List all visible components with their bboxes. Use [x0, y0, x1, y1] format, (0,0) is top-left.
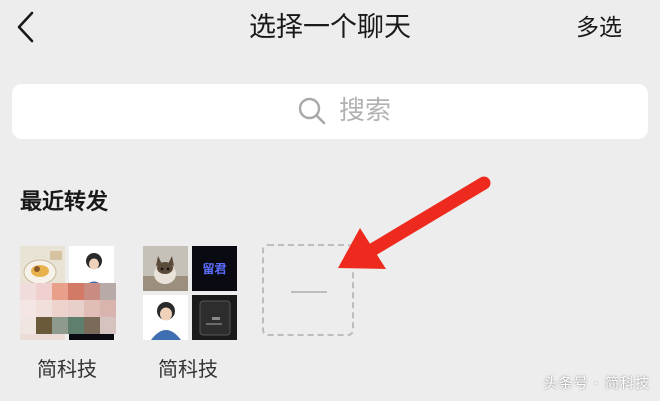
- pixelation-mosaic: [20, 283, 116, 334]
- search-placeholder: 搜索: [339, 96, 392, 126]
- recent-chat-avatar[interactable]: 留君: [143, 246, 237, 340]
- recent-chat-name: 简科技: [158, 357, 218, 381]
- neon-text: 留君: [202, 261, 226, 276]
- search-bar[interactable]: 搜索: [12, 84, 648, 139]
- page-title: 选择一个聊天: [249, 12, 411, 43]
- recent-chat-name: 简科技: [37, 357, 97, 381]
- minus-icon: [291, 291, 327, 293]
- multi-select-button[interactable]: 多选: [576, 12, 622, 44]
- avatar-tile-person: [143, 295, 188, 340]
- avatar-tile-cat: [143, 246, 188, 291]
- avatar-tile-neon: 留君: [192, 246, 237, 291]
- nav-bar: 选择一个聊天 多选: [0, 0, 660, 60]
- avatar-tile-phone: [192, 295, 237, 340]
- watermark: 头条号 · 简科技: [543, 376, 650, 392]
- search-icon: [297, 96, 327, 126]
- annotation-arrow-icon: [338, 176, 491, 269]
- section-title-recent: 最近转发: [20, 190, 109, 215]
